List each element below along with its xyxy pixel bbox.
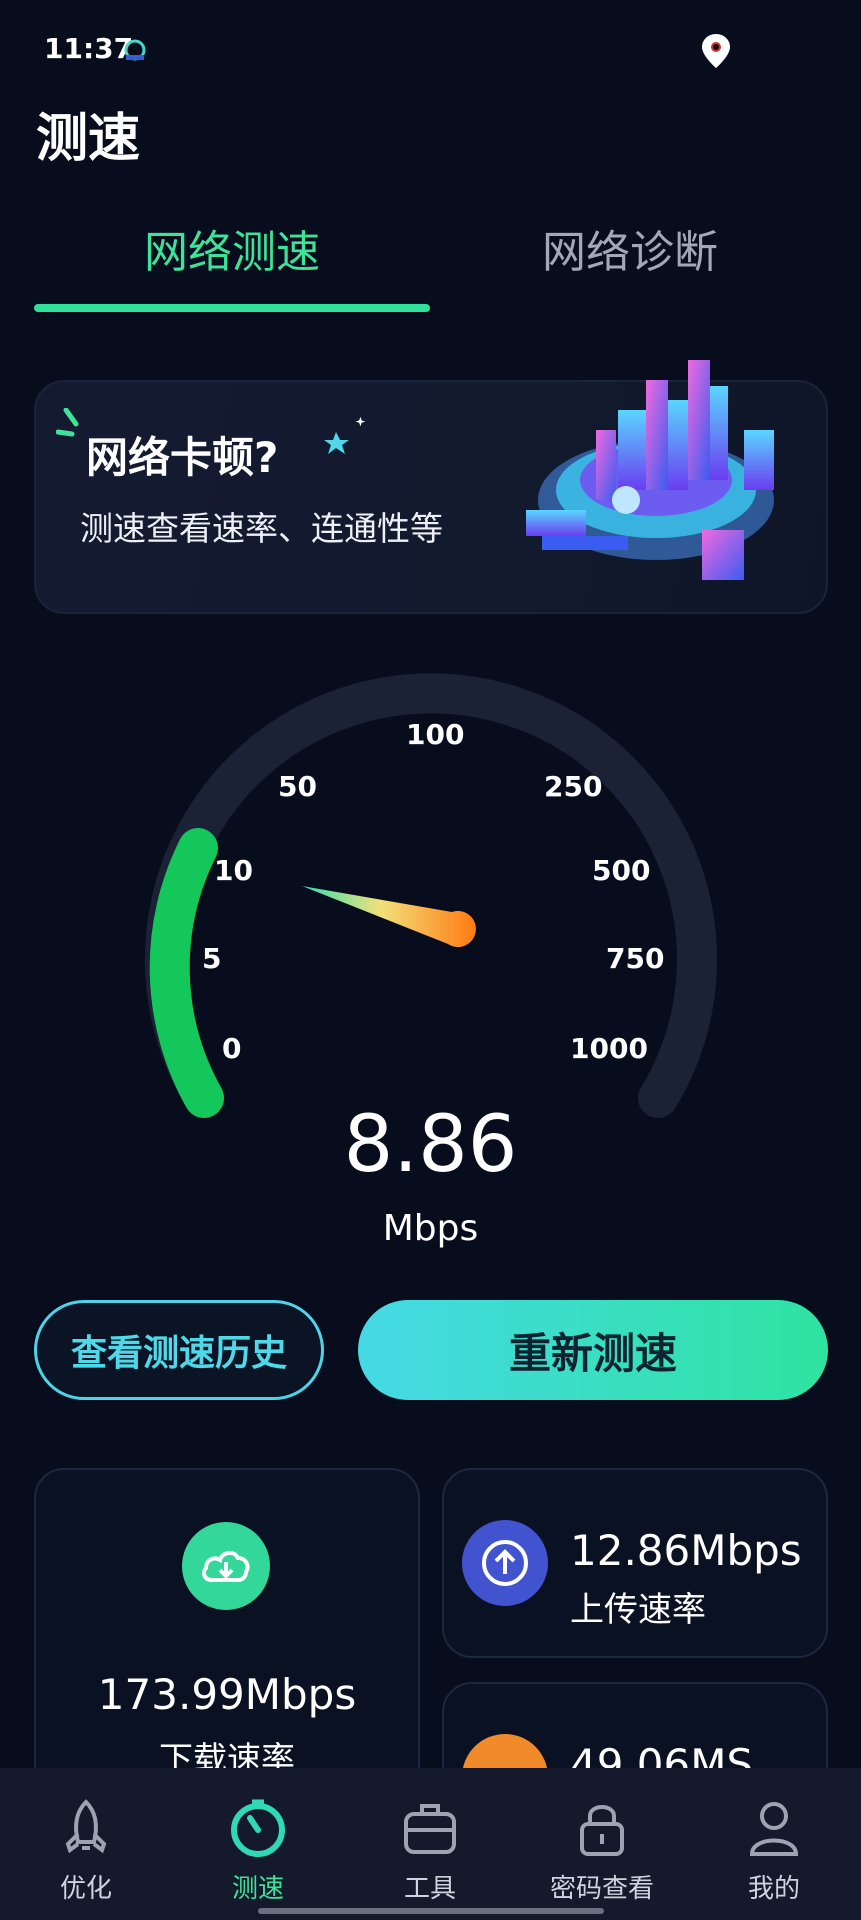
view-history-button[interactable]: 查看测速历史: [34, 1300, 324, 1400]
gauge-label-10: 10: [214, 854, 253, 887]
tab-network-diagnosis[interactable]: 网络诊断: [430, 216, 830, 280]
gauge-icon: [124, 39, 146, 61]
nav-label-profile: 我的: [747, 1874, 800, 1904]
gauge-label-500: 500: [592, 854, 651, 887]
nav-item-tools[interactable]: 工具: [344, 1768, 516, 1920]
speed-value: 8.86: [343, 1100, 518, 1190]
arrow-up-icon: [462, 1520, 548, 1606]
gauge-label-100: 100: [406, 718, 465, 751]
gauge-label-250: 250: [544, 770, 603, 803]
star-icon: [324, 416, 366, 454]
rocket-icon: [65, 1799, 107, 1854]
nav-item-optimize[interactable]: 优化: [0, 1768, 172, 1920]
gauge-label-1000: 1000: [570, 1032, 648, 1065]
nav-label-password: 密码查看: [549, 1874, 654, 1904]
gauge-label-5: 5: [202, 942, 222, 975]
download-value: 173.99Mbps: [97, 1670, 357, 1719]
retest-button[interactable]: 重新测速: [358, 1300, 828, 1400]
banner-title: 网络卡顿?: [86, 433, 279, 482]
tab-network-speedtest[interactable]: 网络测速: [32, 216, 432, 280]
status-time: 11:37: [44, 32, 134, 65]
home-indicator[interactable]: [258, 1908, 604, 1914]
speed-unit: Mbps: [382, 1208, 479, 1249]
location-pin-icon: [702, 34, 730, 68]
nav-label-optimize: 优化: [59, 1874, 112, 1904]
gauge-label-750: 750: [606, 942, 665, 975]
page-title: 测速: [36, 109, 141, 169]
nav-item-profile[interactable]: 我的: [688, 1768, 860, 1920]
upload-label: 上传速率: [570, 1590, 706, 1630]
nav-label-tools: 工具: [403, 1874, 456, 1904]
toolbox-icon: [404, 1804, 456, 1854]
nav-item-speedtest[interactable]: 测速: [172, 1768, 344, 1920]
gauge-fill: [149, 828, 224, 1118]
speed-timer-icon: [231, 1799, 285, 1857]
gauge-needle: [302, 886, 476, 947]
tab-active-indicator: [34, 304, 430, 312]
gauge-label-0: 0: [222, 1032, 242, 1065]
user-icon: [749, 1802, 799, 1856]
nav-label-speedtest: 测速: [231, 1874, 284, 1904]
upload-value: 12.86Mbps: [570, 1526, 802, 1575]
bottom-nav: 优化 测速 工具 密码查看 我的: [0, 1768, 861, 1920]
nav-item-password[interactable]: 密码查看: [516, 1768, 688, 1920]
gauge-label-50: 50: [278, 770, 317, 803]
isometric-city-icon: [526, 360, 774, 580]
lock-icon: [580, 1805, 624, 1856]
cloud-download-icon: [182, 1522, 270, 1610]
banner-subtitle: 测速查看速率、连通性等: [80, 509, 443, 548]
